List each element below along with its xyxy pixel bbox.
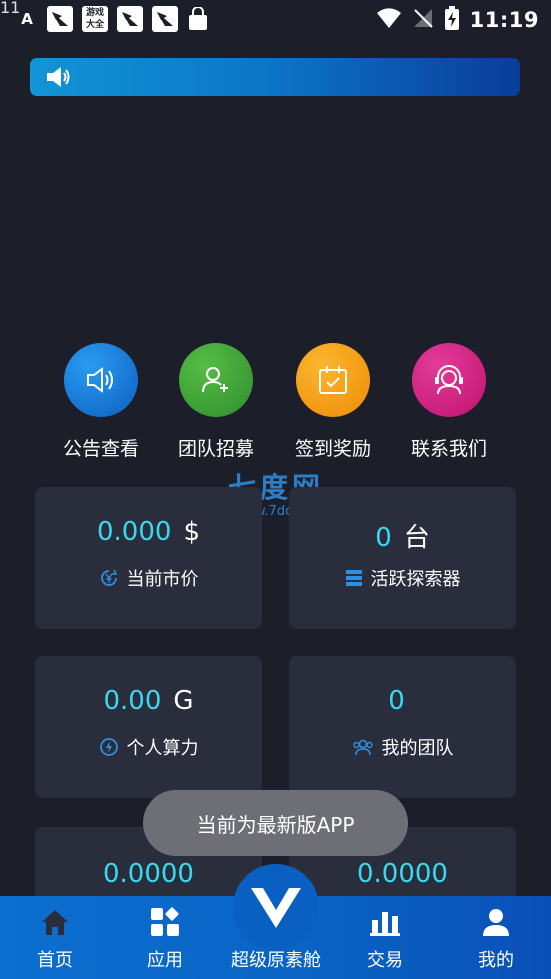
apps-icon	[120, 906, 210, 938]
status-bar: 11 A 游戏大全 11:19	[0, 0, 551, 40]
home-icon	[10, 906, 100, 938]
add-user-icon	[179, 343, 253, 417]
stat-value: 0.0000	[357, 859, 448, 889]
tab-super-element-cabin-label: 超级原素舱	[231, 950, 321, 971]
notification-icons: A 游戏大全	[16, 6, 209, 32]
quick-action-checkin[interactable]: 签到奖励	[278, 343, 388, 461]
super-element-cabin-button[interactable]	[233, 864, 319, 950]
stat-label: 当前市价	[35, 565, 262, 591]
team-icon	[352, 739, 373, 756]
battery-charging-icon	[444, 6, 460, 34]
app-a-icon: A	[21, 10, 33, 28]
stat-card-active-explorers[interactable]: 0台 活跃探索器	[289, 487, 516, 629]
announcement-bar[interactable]	[30, 58, 520, 96]
speaker-icon	[64, 343, 138, 417]
system-status: 11:19	[376, 6, 539, 34]
stat-card-market-price[interactable]: 0.000 $ 当前市价	[35, 487, 262, 629]
quick-action-label: 签到奖励	[294, 438, 371, 460]
tab-trade[interactable]: 交易	[340, 906, 430, 972]
tab-apps[interactable]: 应用	[120, 906, 210, 972]
status-time: 11:19	[469, 8, 539, 32]
server-icon	[345, 570, 362, 586]
power-circle-icon	[99, 738, 118, 756]
stat-card-my-team[interactable]: 0 我的团队	[289, 656, 516, 798]
quick-action-label: 公告查看	[62, 438, 139, 460]
stat-label: 我的团队	[289, 734, 516, 760]
stat-value: 0台	[375, 523, 430, 553]
app-notification-icon	[47, 6, 73, 32]
quick-action-label: 团队招募	[177, 438, 254, 460]
app-notification-icon	[117, 6, 143, 32]
wifi-icon	[376, 7, 402, 33]
yen-circle-icon	[100, 569, 117, 586]
headset-icon	[412, 343, 486, 417]
stat-label: 个人算力	[35, 734, 262, 760]
shopping-bag-icon	[187, 6, 209, 32]
toast-message: 当前为最新版APP	[143, 790, 408, 856]
app-notification-icon	[152, 6, 178, 32]
logo-icon	[251, 888, 301, 928]
user-icon	[451, 906, 541, 938]
quick-action-announcements[interactable]: 公告查看	[46, 343, 156, 461]
quick-action-contact[interactable]: 联系我们	[394, 343, 504, 461]
speaker-icon	[47, 67, 70, 87]
bar-chart-icon	[340, 906, 430, 938]
calendar-check-icon	[296, 343, 370, 417]
quick-actions: 公告查看 团队招募 签到奖励 联系我们	[0, 343, 551, 463]
no-signal-icon	[412, 7, 434, 33]
quick-action-team-recruit[interactable]: 团队招募	[161, 343, 271, 461]
game-store-icon: 游戏大全	[82, 6, 108, 32]
stat-card-hashrate[interactable]: 0.00 G 个人算力	[35, 656, 262, 798]
stat-value: 0.0000	[103, 859, 194, 889]
tab-mine[interactable]: 我的	[451, 906, 541, 972]
stat-value: 0.000 $	[97, 517, 200, 547]
stat-value: 0	[388, 686, 405, 716]
tab-home[interactable]: 首页	[10, 906, 100, 972]
stat-value: 0.00 G	[103, 686, 194, 716]
stat-label: 活跃探索器	[289, 565, 516, 591]
quick-action-label: 联系我们	[410, 438, 487, 460]
